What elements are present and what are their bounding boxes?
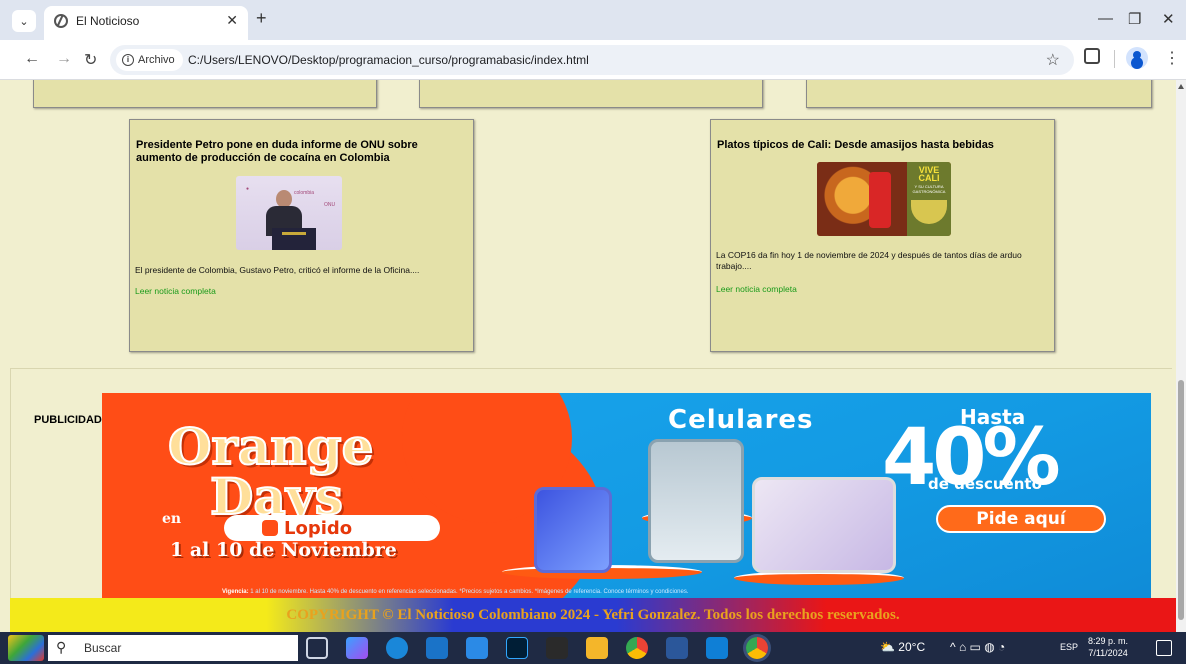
news-card-top-2: [419, 80, 763, 108]
read-more-link[interactable]: Leer noticia completa: [135, 286, 216, 296]
news-title: Platos típicos de Cali: Desde amasijos h…: [717, 139, 994, 151]
site-info-chip[interactable]: i Archivo: [116, 49, 183, 71]
taskbar: ⚲ Buscar ⛅ 20°C ^ ⌂ ▭ ◍ ◔ ESP 8:29 p. m.…: [0, 632, 1186, 664]
news-image-cali: VIVE CALI Y SU CULTURA GASTRONÓMICA: [817, 162, 951, 236]
news-excerpt: La COP16 da fin hoy 1 de noviembre de 20…: [716, 250, 1022, 271]
browser-toolbar: ← → ↻ i Archivo C:/Users/LENOVO/Desktop/…: [0, 40, 1186, 80]
ad-en-text: en: [162, 511, 182, 527]
back-icon[interactable]: ←: [24, 50, 40, 68]
profile-icon[interactable]: [1126, 47, 1148, 69]
read-more-link[interactable]: Leer noticia completa: [716, 284, 797, 294]
copilot-icon[interactable]: [346, 637, 368, 659]
language-indicator[interactable]: ESP: [1060, 642, 1078, 652]
photoshop-icon[interactable]: [506, 637, 528, 659]
phone-image: [534, 487, 612, 573]
star-icon[interactable]: ☆: [1046, 50, 1060, 70]
tab-title: El Noticioso: [76, 14, 140, 28]
window-close-icon[interactable]: ✕: [1162, 10, 1175, 28]
news-card-top-1: [33, 80, 377, 108]
reload-icon[interactable]: ↻: [84, 50, 97, 70]
favicon-icon: [54, 14, 68, 28]
ad-brand-pill: Lopido: [224, 515, 440, 541]
ad-dates: 1 al 10 de Noviembre: [170, 539, 397, 561]
news-card-top-3: [806, 80, 1152, 108]
close-icon[interactable]: ✕: [226, 12, 238, 29]
url-text[interactable]: C:/Users/LENOVO/Desktop/programacion_cur…: [188, 53, 589, 67]
ad-hasta: Hasta: [960, 405, 1026, 429]
news-card-petro: Presidente Petro pone en duda informe de…: [129, 119, 474, 352]
app-a-icon[interactable]: [546, 637, 568, 659]
start-button[interactable]: [8, 635, 44, 661]
news-excerpt: El presidente de Colombia, Gustavo Petro…: [135, 265, 420, 275]
mail-icon[interactable]: [466, 637, 488, 659]
tab-strip: ⌄ El Noticioso ✕ + — ❐ ✕: [0, 0, 1186, 40]
vscode-icon[interactable]: [706, 637, 728, 659]
ad-cta-button[interactable]: Pide aquí: [936, 505, 1106, 533]
chrome-active-icon[interactable]: [746, 637, 768, 659]
news-image-petro: ● colombia ONU: [236, 176, 342, 250]
site-info-label: Archivo: [138, 54, 175, 66]
file-explorer-icon[interactable]: [586, 637, 608, 659]
chrome-icon[interactable]: [626, 637, 648, 659]
tab-el-noticioso[interactable]: El Noticioso ✕: [44, 6, 248, 40]
tab-search-icon[interactable]: ⌄: [12, 10, 36, 32]
word-icon[interactable]: [666, 637, 688, 659]
footer-copyright: COPYRIGHT © El Noticioso Colombiano 2024…: [286, 607, 900, 623]
tray-icons[interactable]: ^ ⌂ ▭ ◍ ◔: [950, 640, 1005, 654]
edge-icon[interactable]: [386, 637, 408, 659]
news-title: Presidente Petro pone en duda informe de…: [136, 139, 418, 164]
store-icon[interactable]: [426, 637, 448, 659]
page-viewport: Presidente Petro pone en duda informe de…: [0, 80, 1176, 632]
scrollbar-thumb[interactable]: [1178, 380, 1184, 620]
image-caption-sub: Y SU CULTURA GASTRONÓMICA: [912, 184, 946, 194]
address-bar[interactable]: i Archivo C:/Users/LENOVO/Desktop/progra…: [110, 45, 1074, 75]
page-footer: COPYRIGHT © El Noticioso Colombiano 2024…: [10, 598, 1176, 632]
ad-celulares: Celulares: [668, 405, 814, 435]
plus-icon[interactable]: +: [256, 8, 267, 29]
weather-icon: ⛅: [880, 640, 895, 654]
ad-fine-print: Vigencia: 1 al 10 de noviembre. Hasta 40…: [222, 589, 689, 595]
extensions-icon[interactable]: [1084, 48, 1100, 64]
info-icon: i: [122, 54, 134, 66]
search-icon: ⚲: [56, 639, 67, 655]
taskbar-search-placeholder: Buscar: [84, 641, 122, 655]
ad-label: PUBLICIDAD: [34, 414, 102, 426]
ad-brand: Lopido: [284, 518, 353, 539]
menu-icon[interactable]: ⋮: [1164, 48, 1180, 68]
image-caption-vive-cali: VIVE CALI: [918, 165, 940, 183]
task-view-icon[interactable]: [306, 637, 328, 659]
restore-icon[interactable]: ❐: [1128, 10, 1141, 28]
taskbar-search[interactable]: ⚲ Buscar: [48, 635, 298, 661]
phone-image: [648, 439, 744, 563]
ad-descuento: de descuento: [928, 475, 1042, 493]
news-card-cali: Platos típicos de Cali: Desde amasijos h…: [710, 119, 1055, 352]
weather-widget[interactable]: ⛅ 20°C: [880, 640, 925, 654]
forward-icon[interactable]: →: [56, 50, 72, 68]
notification-icon[interactable]: [1156, 640, 1172, 656]
clock[interactable]: 8:29 p. m. 7/11/2024: [1088, 635, 1128, 659]
phone-image: [752, 477, 896, 573]
toolbar-divider: [1114, 50, 1115, 68]
ad-banner[interactable]: Orange Days en Lopido 1 al 10 de Noviemb…: [102, 393, 1151, 623]
minimize-icon[interactable]: —: [1098, 10, 1113, 27]
lopido-logo-icon: [262, 520, 278, 536]
scroll-up-icon[interactable]: [1178, 84, 1184, 89]
